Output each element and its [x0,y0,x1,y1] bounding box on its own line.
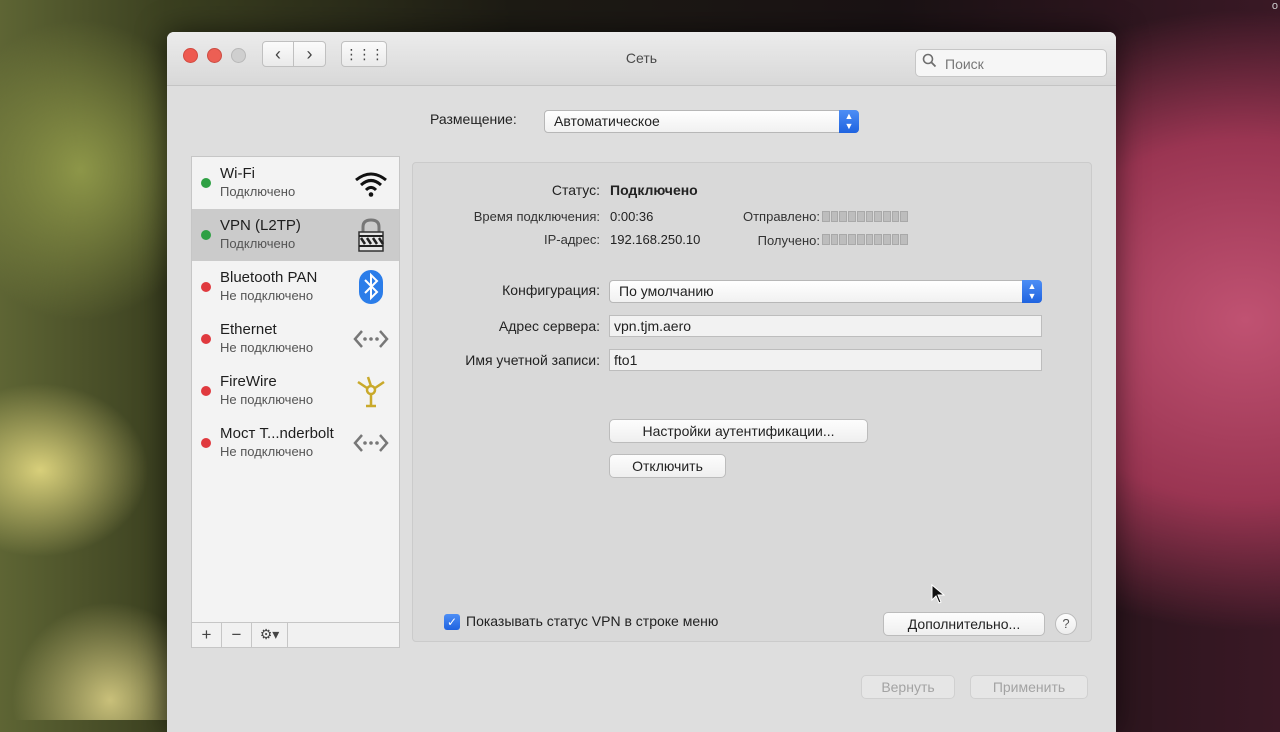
apply-button[interactable]: Применить [970,675,1088,699]
received-label: Получено: [757,233,820,248]
account-name-field[interactable] [609,349,1042,371]
service-item-ethernet[interactable]: Ethernet Не подключено [192,313,399,365]
service-name: Мост T...nderbolt [220,425,334,442]
add-service-button[interactable]: + [192,623,222,647]
status-dot-disconnected [201,282,211,292]
popup-arrows-icon: ▲ ▼ [839,110,859,133]
configuration-label: Конфигурация: [502,282,600,298]
vpn-lock-icon [358,218,385,252]
connect-time-value: 0:00:36 [610,209,654,224]
service-item-firewire[interactable]: FireWire Не подключено [192,365,399,417]
search-input[interactable] [943,53,1102,75]
status-dot-disconnected [201,386,211,396]
service-item-bluetooth-pan[interactable]: Bluetooth PAN Не подключено [192,261,399,313]
configuration-popup[interactable]: По умолчанию ▲ ▼ [609,280,1042,303]
service-status: Подключено [220,184,296,199]
sent-label: Отправлено: [742,209,820,224]
mouse-cursor-icon [931,584,945,604]
service-status: Подключено [220,236,296,251]
service-name: Wi-Fi [220,165,255,182]
popup-arrows-icon: ▲ ▼ [1022,280,1042,303]
service-status: Не подключено [220,288,314,303]
status-value: Подключено [610,182,698,198]
service-name: VPN (L2TP) [220,217,301,234]
status-dot-connected [201,230,211,240]
service-item-wifi[interactable]: Wi-Fi Подключено [192,157,399,209]
location-value: Автоматическое [554,113,660,129]
ip-address-value: 192.168.250.10 [610,232,701,247]
location-popup[interactable]: Автоматическое ▲ ▼ [544,110,859,133]
status-dot-disconnected [201,334,211,344]
connect-time-label: Время подключения: [473,209,600,224]
service-status: Не подключено [220,392,314,407]
gear-menu-button[interactable]: ⚙▾ [252,623,288,647]
show-vpn-status-label: Показывать статус VPN в строке меню [466,613,719,629]
help-button[interactable]: ? [1055,613,1077,635]
account-name-label: Имя учетной записи: [465,352,600,368]
authentication-settings-button[interactable]: Настройки аутентификации... [609,419,868,443]
network-preferences-window: ‹ › ⋮⋮⋮ Сеть Размещение: Автоматическое … [167,32,1116,732]
service-name: Ethernet [220,321,277,338]
status-dot-connected [201,178,211,188]
ethernet-arrows-icon [353,330,389,348]
received-meter [822,234,909,245]
service-item-vpn[interactable]: VPN (L2TP) Подключено [192,209,399,261]
disconnect-button[interactable]: Отключить [609,454,726,478]
status-dot-disconnected [201,438,211,448]
sent-meter [822,211,909,222]
service-item-thunderbolt-bridge[interactable]: Мост T...nderbolt Не подключено [192,417,399,469]
service-name: FireWire [220,373,277,390]
search-icon [922,53,937,72]
ip-address-label: IP-адрес: [544,232,600,247]
network-service-list: Wi-Fi Подключено VPN (L2TP) Подключено B… [191,156,400,648]
server-address-field[interactable] [609,315,1042,337]
location-label: Размещение: [430,111,517,127]
bluetooth-icon [359,270,383,304]
revert-button[interactable]: Вернуть [861,675,955,699]
show-vpn-status-checkbox[interactable]: ✓ [444,614,460,630]
title-bar: ‹ › ⋮⋮⋮ Сеть [167,32,1116,86]
vpn-detail-panel: Статус: Подключено Время подключения: 0:… [412,162,1092,642]
corner-text: о [1271,0,1278,12]
remove-service-button[interactable]: − [222,623,252,647]
advanced-button[interactable]: Дополнительно... [883,612,1045,636]
service-name: Bluetooth PAN [220,269,318,286]
status-label: Статус: [551,182,600,198]
wifi-icon [355,172,387,197]
firewire-icon [357,376,385,408]
service-status: Не подключено [220,340,314,355]
service-status: Не подключено [220,444,314,459]
search-field[interactable] [915,49,1107,77]
server-address-label: Адрес сервера: [498,318,600,334]
configuration-value: По умолчанию [619,283,714,299]
thunderbolt-bridge-arrows-icon [353,434,389,452]
service-list-controls: + − ⚙▾ [192,622,399,647]
